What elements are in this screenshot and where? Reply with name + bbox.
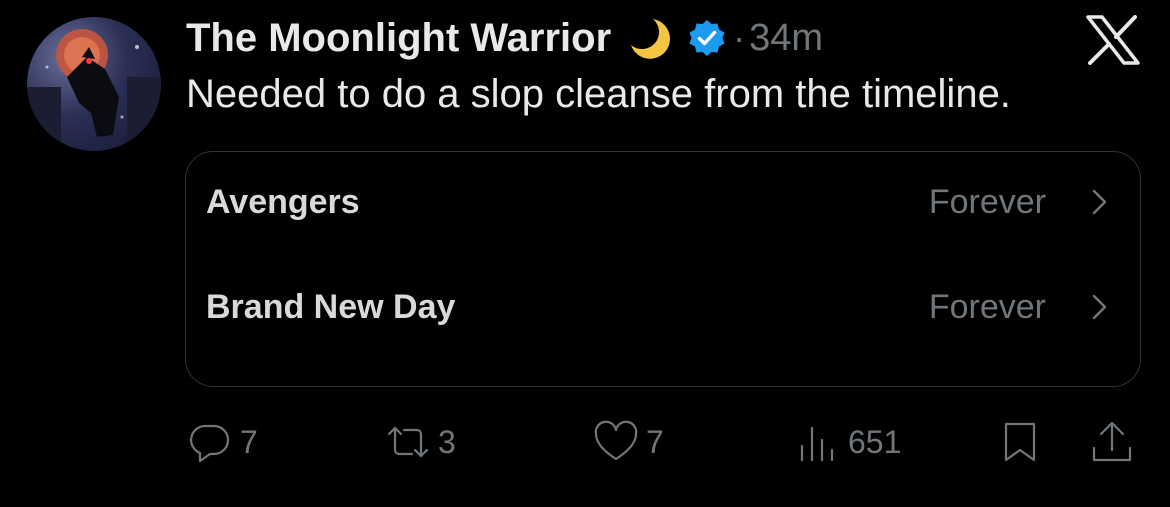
repost-icon: [384, 418, 432, 466]
like-button[interactable]: 7: [592, 412, 664, 472]
card-row-avengers[interactable]: Avengers Forever: [186, 172, 1140, 232]
header-separator: ·: [733, 17, 746, 58]
bookmark-button[interactable]: [996, 412, 1044, 472]
tweet-actions: 7 3 7 651: [0, 412, 1170, 472]
views-button[interactable]: 651: [794, 412, 901, 472]
chevron-right-icon: [1086, 294, 1112, 320]
repost-button[interactable]: 3: [384, 412, 456, 472]
analytics-icon: [794, 418, 842, 466]
views-count: 651: [848, 423, 902, 460]
share-button[interactable]: [1088, 412, 1136, 472]
reply-count: 7: [240, 423, 258, 460]
x-logo-icon[interactable]: [1085, 15, 1141, 65]
poll-card[interactable]: Avengers Forever Brand New Day Forever: [185, 151, 1141, 387]
reply-button[interactable]: 7: [186, 412, 258, 472]
card-row-meta: Forever: [928, 183, 1046, 221]
reply-icon: [186, 418, 234, 466]
bookmark-icon: [996, 418, 1044, 466]
avatar-image: [27, 29, 161, 151]
heart-icon: [592, 418, 640, 466]
repost-count: 3: [438, 423, 456, 460]
like-count: 7: [646, 423, 664, 460]
card-row-meta: Forever: [928, 288, 1046, 326]
avatar[interactable]: [27, 17, 161, 151]
verified-badge-icon[interactable]: [687, 18, 727, 58]
crescent-moon-icon: [623, 13, 673, 63]
display-name[interactable]: The Moonlight Warrior: [186, 16, 611, 61]
share-icon: [1088, 418, 1136, 466]
chevron-right-icon: [1086, 189, 1112, 215]
card-row-title: Avengers: [206, 183, 360, 221]
card-row-title: Brand New Day: [206, 288, 456, 326]
tweet-header: The Moonlight Warrior · 34m: [186, 10, 823, 66]
tweet-text: Needed to do a slop cleanse from the tim…: [186, 72, 1011, 116]
timestamp[interactable]: 34m: [749, 17, 823, 60]
card-row-brand-new-day[interactable]: Brand New Day Forever: [186, 277, 1140, 337]
